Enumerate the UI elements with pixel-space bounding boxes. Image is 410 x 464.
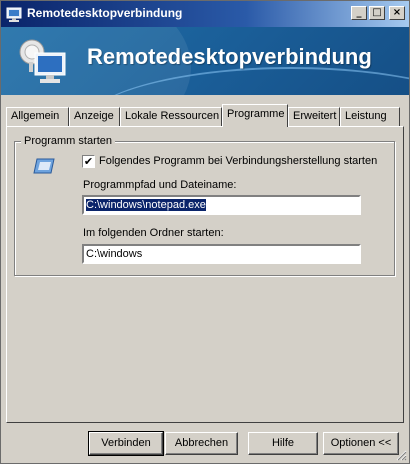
monitor-satellite-icon (19, 39, 66, 83)
help-button[interactable]: Hilfe (248, 432, 318, 455)
tab-programme[interactable]: Programme (222, 104, 288, 127)
tab-erweitert[interactable]: Erweitert (288, 107, 340, 126)
banner-title: Remotedesktopverbindung (87, 44, 372, 69)
start-folder-input[interactable]: C:\windows (82, 244, 361, 264)
tab-leistung[interactable]: Leistung (340, 107, 400, 126)
connect-button[interactable]: Verbinden (88, 431, 164, 456)
minimize-button[interactable]: _ (351, 6, 367, 20)
start-program-checkbox-label[interactable]: Folgendes Programm bei Verbindungsherste… (99, 155, 377, 167)
program-window-icon (33, 158, 55, 174)
remote-desktop-window: Remotedesktopverbindung _ □ × Remotedesk… (0, 0, 410, 464)
program-path-label: Programmpfad und Dateiname: (83, 179, 237, 191)
cancel-button[interactable]: Abbrechen (165, 432, 238, 455)
resize-grip-icon[interactable] (395, 449, 407, 461)
remote-desktop-icon (6, 7, 22, 22)
window-title: Remotedesktopverbindung (27, 6, 183, 20)
title-bar[interactable]: Remotedesktopverbindung _ □ × (1, 1, 409, 27)
program-path-value: C:\windows\notepad.exe (86, 199, 206, 211)
options-button[interactable]: Optionen << (323, 432, 399, 455)
program-path-input[interactable]: C:\windows\notepad.exe (82, 195, 361, 215)
tab-allgemein[interactable]: Allgemein (6, 107, 69, 126)
start-folder-label: Im folgenden Ordner starten: (83, 227, 224, 239)
close-button[interactable]: × (389, 6, 405, 20)
header-banner: Remotedesktopverbindung (1, 27, 409, 95)
tab-anzeige[interactable]: Anzeige (69, 107, 120, 126)
group-title: Programm starten (21, 135, 116, 147)
tab-lokale-ressourcen[interactable]: Lokale Ressourcen (120, 107, 222, 126)
maximize-button[interactable]: □ (369, 6, 385, 20)
start-program-checkbox[interactable]: ✔ (82, 155, 95, 168)
